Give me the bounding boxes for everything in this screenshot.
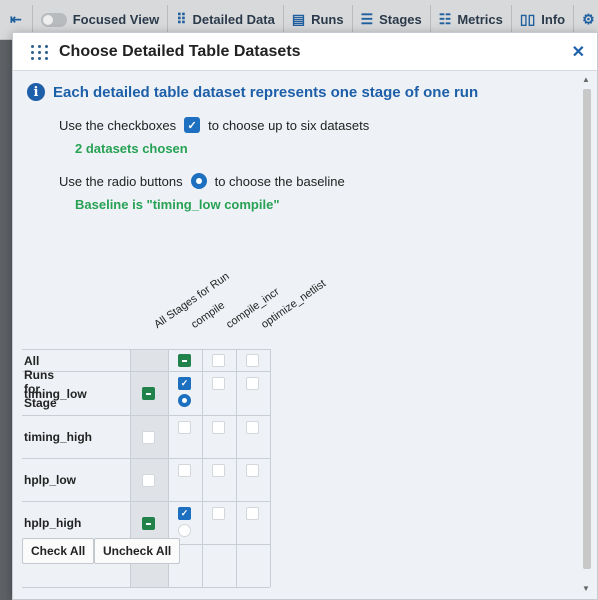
dialog-title: Choose Detailed Table Datasets [59,42,301,60]
dialog-content: i Each detailed table dataset represents… [13,71,583,599]
close-icon[interactable]: ✕ [572,42,585,62]
scrollbar-thumb[interactable] [583,89,591,569]
info-icon: i [27,83,45,101]
hplp-high-compile-checkbox[interactable]: ✓ [178,507,191,520]
datasets-chosen-status: 2 datasets chosen [75,141,188,156]
dialog-header[interactable]: Choose Detailed Table Datasets ✕ [13,33,597,71]
all-runs-compile-incr-checkbox[interactable] [212,354,225,367]
run-label-hplp-low: hplp_low [24,473,76,487]
radio-instruction-start: Use the radio buttons [59,173,183,189]
focused-view-label: Focused View [72,12,160,27]
list-icon: ☰ [360,11,374,27]
stages-button[interactable]: ☰ Stages [353,4,431,35]
detailed-data-label: Detailed Data [192,12,275,27]
timing-low-compile-baseline-radio[interactable] [178,394,191,407]
timing-high-compile-checkbox[interactable] [178,421,191,434]
baseline-status: Baseline is "timing_low compile" [75,197,280,212]
checkbox-checked-icon: ✓ [184,117,201,133]
uncheck-all-button[interactable]: Uncheck All [94,538,181,564]
grid-dots-icon: ⠿ [176,11,187,27]
timing-high-compile-incr-checkbox[interactable] [212,421,225,434]
checkbox-instruction: Use the checkboxes ✓ to choose up to six… [59,117,369,133]
runs-label: Runs [311,12,344,27]
info-heading-row: i Each detailed table dataset represents… [27,83,478,101]
stages-label: Stages [379,12,422,27]
collapse-left-icon: ⇤ [10,11,22,27]
runs-button[interactable]: ▤ Runs [284,4,353,35]
stage-header-optimize-netlist: optimize_netlist [259,277,329,331]
choose-datasets-dialog: Choose Detailed Table Datasets ✕ ▲ ▼ i E… [12,32,598,600]
table-icon: ▤ [291,11,306,27]
all-stages-timing-low-checkbox[interactable] [142,387,155,400]
book-icon: ▯▯ [519,11,536,27]
check-all-button[interactable]: Check All [22,538,95,564]
hplp-low-optimize-netlist-checkbox[interactable] [246,464,259,477]
radio-selected-icon [190,173,207,189]
checkbox-instruction-start: Use the checkboxes [59,117,177,133]
metrics-button[interactable]: ☷ Metrics [431,4,512,35]
collapse-panel-button[interactable]: ⇤ [0,4,33,35]
all-runs-optimize-netlist-checkbox[interactable] [246,354,259,367]
timing-low-optimize-netlist-checkbox[interactable] [246,377,259,390]
toggle-switch-icon [40,12,67,27]
hplp-high-compile-incr-checkbox[interactable] [212,507,225,520]
checkbox-instruction-end: to choose up to six datasets [208,117,370,133]
drag-handle-icon[interactable] [31,44,49,60]
settings-button[interactable]: ⚙ [574,5,598,35]
metrics-list-icon: ☷ [438,11,452,27]
all-stages-timing-high-checkbox[interactable] [142,431,155,444]
hplp-high-compile-baseline-radio[interactable] [178,524,191,537]
focused-view-toggle[interactable]: Focused View [33,4,169,35]
timing-high-optimize-netlist-checkbox[interactable] [246,421,259,434]
gear-icon: ⚙ [582,11,595,27]
scroll-down-icon[interactable]: ▼ [582,584,590,593]
hplp-high-optimize-netlist-checkbox[interactable] [246,507,259,520]
info-button[interactable]: ▯▯ Info [512,4,575,35]
metrics-label: Metrics [457,12,503,27]
all-stages-hplp-high-checkbox[interactable] [142,517,155,530]
corner-label: All Runs for Stage [24,354,57,410]
hplp-low-compile-incr-checkbox[interactable] [212,464,225,477]
info-heading: Each detailed table dataset represents o… [53,83,479,101]
hplp-low-compile-checkbox[interactable] [178,464,191,477]
run-label-timing-high: timing_high [24,430,92,444]
radio-instruction: Use the radio buttons to choose the base… [59,173,345,189]
run-label-hplp-high: hplp_high [24,516,82,530]
all-runs-compile-checkbox[interactable] [178,354,191,367]
timing-low-compile-incr-checkbox[interactable] [212,377,225,390]
radio-instruction-end: to choose the baseline [214,173,345,189]
all-stages-hplp-low-checkbox[interactable] [142,474,155,487]
info-label: Info [541,12,566,27]
run-label-timing-low: timing_low [24,387,87,401]
scroll-up-icon[interactable]: ▲ [582,75,590,84]
detailed-data-button[interactable]: ⠿ Detailed Data [168,4,284,35]
timing-low-compile-checkbox[interactable]: ✓ [178,377,191,390]
